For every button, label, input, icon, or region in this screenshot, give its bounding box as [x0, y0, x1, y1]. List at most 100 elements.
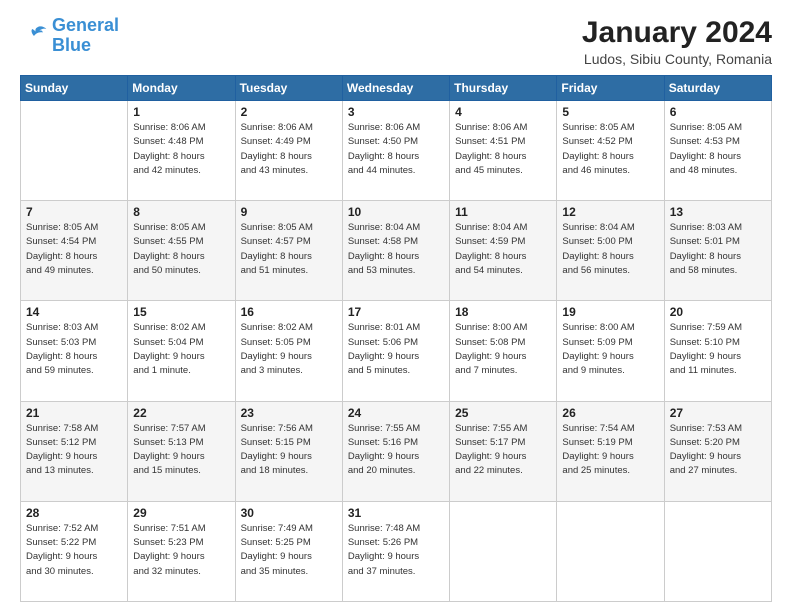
table-cell: 27 Sunrise: 7:53 AMSunset: 5:20 PMDayligh… — [664, 401, 771, 501]
day-number: 13 — [670, 205, 766, 219]
day-info: Sunrise: 7:55 AMSunset: 5:17 PMDaylight:… — [455, 422, 551, 479]
day-number: 18 — [455, 305, 551, 319]
day-info: Sunrise: 7:56 AMSunset: 5:15 PMDaylight:… — [241, 422, 337, 479]
table-cell: 26 Sunrise: 7:54 AMSunset: 5:19 PMDayligh… — [557, 401, 664, 501]
day-info: Sunrise: 8:04 AMSunset: 4:59 PMDaylight:… — [455, 221, 551, 278]
day-info: Sunrise: 7:49 AMSunset: 5:25 PMDaylight:… — [241, 522, 337, 579]
day-info: Sunrise: 8:02 AMSunset: 5:05 PMDaylight:… — [241, 321, 337, 378]
main-title: January 2024 — [582, 16, 772, 49]
day-info: Sunrise: 8:06 AMSunset: 4:48 PMDaylight:… — [133, 121, 229, 178]
table-cell: 19Sunrise: 8:00 AMSunset: 5:09 PMDayligh… — [557, 301, 664, 401]
day-number: 15 — [133, 305, 229, 319]
day-number: 26 — [562, 406, 658, 420]
table-cell: 18 Sunrise: 8:00 AMSunset: 5:08 PMDayligh… — [450, 301, 557, 401]
table-cell: 13 Sunrise: 8:03 AMSunset: 5:01 PMDayligh… — [664, 201, 771, 301]
title-block: January 2024 Ludos, Sibiu County, Romani… — [582, 16, 772, 67]
day-number: 8 — [133, 205, 229, 219]
day-info: Sunrise: 8:06 AMSunset: 4:50 PMDaylight:… — [348, 121, 444, 178]
table-cell: 10Sunrise: 8:04 AMSunset: 4:58 PMDayligh… — [342, 201, 449, 301]
day-info: Sunrise: 7:58 AMSunset: 5:12 PMDaylight:… — [26, 422, 122, 479]
calendar-week-row: 28 Sunrise: 7:52 AMSunset: 5:22 PMDayligh… — [21, 501, 772, 601]
day-number: 7 — [26, 205, 122, 219]
calendar-week-row: 21 Sunrise: 7:58 AMSunset: 5:12 PMDayligh… — [21, 401, 772, 501]
day-number: 25 — [455, 406, 551, 420]
table-cell: 5 Sunrise: 8:05 AMSunset: 4:52 PMDaylight… — [557, 101, 664, 201]
day-number: 31 — [348, 506, 444, 520]
page: General Blue January 2024 Ludos, Sibiu C… — [0, 0, 792, 612]
day-number: 21 — [26, 406, 122, 420]
calendar-week-row: 14 Sunrise: 8:03 AMSunset: 5:03 PMDayligh… — [21, 301, 772, 401]
day-info: Sunrise: 8:03 AMSunset: 5:01 PMDaylight:… — [670, 221, 766, 278]
table-cell: 8Sunrise: 8:05 AMSunset: 4:55 PMDaylight… — [128, 201, 235, 301]
day-info: Sunrise: 8:00 AMSunset: 5:08 PMDaylight:… — [455, 321, 551, 378]
logo: General Blue — [20, 16, 119, 56]
day-number: 22 — [133, 406, 229, 420]
day-info: Sunrise: 7:48 AMSunset: 5:26 PMDaylight:… — [348, 522, 444, 579]
day-info: Sunrise: 8:06 AMSunset: 4:51 PMDaylight:… — [455, 121, 551, 178]
day-number: 12 — [562, 205, 658, 219]
day-info: Sunrise: 8:06 AMSunset: 4:49 PMDaylight:… — [241, 121, 337, 178]
table-cell: 24Sunrise: 7:55 AMSunset: 5:16 PMDayligh… — [342, 401, 449, 501]
day-number: 5 — [562, 105, 658, 119]
table-cell: 11Sunrise: 8:04 AMSunset: 4:59 PMDayligh… — [450, 201, 557, 301]
day-info: Sunrise: 7:59 AMSunset: 5:10 PMDaylight:… — [670, 321, 766, 378]
day-info: Sunrise: 8:05 AMSunset: 4:52 PMDaylight:… — [562, 121, 658, 178]
table-cell: 17Sunrise: 8:01 AMSunset: 5:06 PMDayligh… — [342, 301, 449, 401]
calendar-table: Sunday Monday Tuesday Wednesday Thursday… — [20, 75, 772, 602]
day-info: Sunrise: 8:03 AMSunset: 5:03 PMDaylight:… — [26, 321, 122, 378]
day-number: 28 — [26, 506, 122, 520]
day-info: Sunrise: 7:57 AMSunset: 5:13 PMDaylight:… — [133, 422, 229, 479]
day-info: Sunrise: 7:55 AMSunset: 5:16 PMDaylight:… — [348, 422, 444, 479]
subtitle: Ludos, Sibiu County, Romania — [582, 51, 772, 67]
day-number: 9 — [241, 205, 337, 219]
day-number: 20 — [670, 305, 766, 319]
table-cell: 30Sunrise: 7:49 AMSunset: 5:25 PMDayligh… — [235, 501, 342, 601]
table-cell: 7Sunrise: 8:05 AMSunset: 4:54 PMDaylight… — [21, 201, 128, 301]
day-number: 14 — [26, 305, 122, 319]
col-sunday: Sunday — [21, 76, 128, 101]
table-cell: 2Sunrise: 8:06 AMSunset: 4:49 PMDaylight… — [235, 101, 342, 201]
table-cell: 31 Sunrise: 7:48 AMSunset: 5:26 PMDayligh… — [342, 501, 449, 601]
day-number: 6 — [670, 105, 766, 119]
col-thursday: Thursday — [450, 76, 557, 101]
col-saturday: Saturday — [664, 76, 771, 101]
table-cell: 16 Sunrise: 8:02 AMSunset: 5:05 PMDayligh… — [235, 301, 342, 401]
table-cell — [450, 501, 557, 601]
table-cell: 9 Sunrise: 8:05 AMSunset: 4:57 PMDaylight… — [235, 201, 342, 301]
calendar-week-row: 7Sunrise: 8:05 AMSunset: 4:54 PMDaylight… — [21, 201, 772, 301]
day-info: Sunrise: 8:05 AMSunset: 4:53 PMDaylight:… — [670, 121, 766, 178]
day-number: 29 — [133, 506, 229, 520]
table-cell: 14 Sunrise: 8:03 AMSunset: 5:03 PMDayligh… — [21, 301, 128, 401]
table-cell: 12Sunrise: 8:04 AMSunset: 5:00 PMDayligh… — [557, 201, 664, 301]
calendar-week-row: 1 Sunrise: 8:06 AMSunset: 4:48 PMDaylight… — [21, 101, 772, 201]
day-number: 27 — [670, 406, 766, 420]
day-number: 1 — [133, 105, 229, 119]
col-friday: Friday — [557, 76, 664, 101]
day-info: Sunrise: 7:52 AMSunset: 5:22 PMDaylight:… — [26, 522, 122, 579]
day-number: 16 — [241, 305, 337, 319]
day-info: Sunrise: 7:54 AMSunset: 5:19 PMDaylight:… — [562, 422, 658, 479]
table-cell: 20 Sunrise: 7:59 AMSunset: 5:10 PMDayligh… — [664, 301, 771, 401]
table-cell: 3 Sunrise: 8:06 AMSunset: 4:50 PMDaylight… — [342, 101, 449, 201]
table-cell — [557, 501, 664, 601]
day-number: 19 — [562, 305, 658, 319]
table-cell: 21 Sunrise: 7:58 AMSunset: 5:12 PMDayligh… — [21, 401, 128, 501]
calendar-header-row: Sunday Monday Tuesday Wednesday Thursday… — [21, 76, 772, 101]
logo-text-line1: General — [52, 16, 119, 36]
table-cell: 23Sunrise: 7:56 AMSunset: 5:15 PMDayligh… — [235, 401, 342, 501]
logo-icon — [20, 22, 48, 50]
table-cell — [664, 501, 771, 601]
day-info: Sunrise: 7:51 AMSunset: 5:23 PMDaylight:… — [133, 522, 229, 579]
day-info: Sunrise: 8:05 AMSunset: 4:57 PMDaylight:… — [241, 221, 337, 278]
header: General Blue January 2024 Ludos, Sibiu C… — [20, 16, 772, 67]
day-number: 17 — [348, 305, 444, 319]
table-cell: 25 Sunrise: 7:55 AMSunset: 5:17 PMDayligh… — [450, 401, 557, 501]
col-wednesday: Wednesday — [342, 76, 449, 101]
day-number: 4 — [455, 105, 551, 119]
day-number: 10 — [348, 205, 444, 219]
day-number: 3 — [348, 105, 444, 119]
table-cell: 4 Sunrise: 8:06 AMSunset: 4:51 PMDaylight… — [450, 101, 557, 201]
table-cell: 22 Sunrise: 7:57 AMSunset: 5:13 PMDayligh… — [128, 401, 235, 501]
day-info: Sunrise: 7:53 AMSunset: 5:20 PMDaylight:… — [670, 422, 766, 479]
day-info: Sunrise: 8:02 AMSunset: 5:04 PMDaylight:… — [133, 321, 229, 378]
